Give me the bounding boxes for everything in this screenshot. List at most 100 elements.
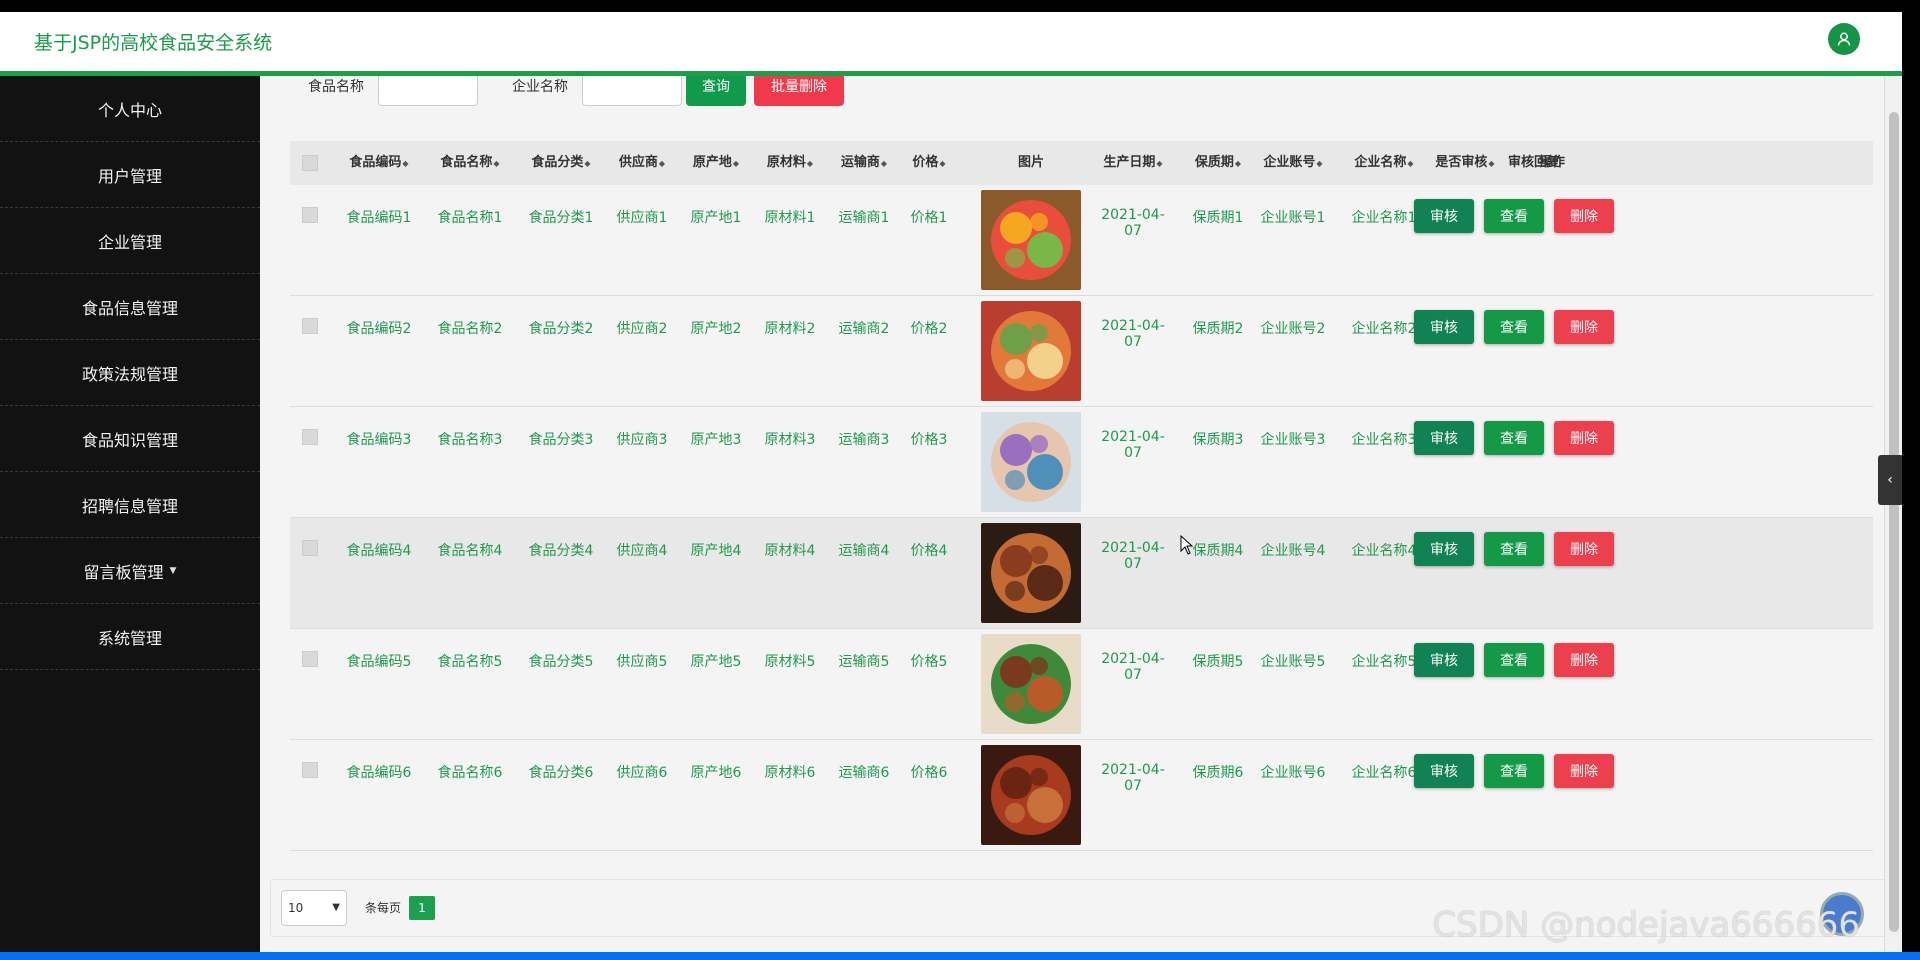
- delete-button[interactable]: 删除: [1554, 754, 1614, 788]
- column-header-material[interactable]: 原材料◆: [760, 141, 820, 185]
- food-name-cell: 食品名称3: [437, 432, 503, 448]
- transporter-cell: 运输商5: [838, 654, 890, 670]
- company-name-label: 企业名称: [512, 79, 568, 95]
- price-cell: 价格2: [910, 321, 948, 337]
- table-row[interactable]: 食品编码1 食品名称1 食品分类1 供应商1 原产地1 原材料1 运输商1 价格1 2021-0…: [290, 185, 1873, 296]
- row-checkbox[interactable]: [302, 651, 318, 667]
- sidebar-item-recruitment-management[interactable]: 招聘信息管理: [0, 472, 260, 538]
- audit-button[interactable]: 审核: [1414, 643, 1474, 677]
- column-header-code[interactable]: 食品编码◆: [342, 141, 416, 185]
- row-checkbox[interactable]: [302, 540, 318, 556]
- sidebar-item-company-management[interactable]: 企业管理: [0, 208, 260, 274]
- sidebar-item-message-board-management[interactable]: 留言板管理 ▼: [0, 538, 260, 604]
- column-header-date[interactable]: 生产日期◆: [1096, 141, 1170, 185]
- row-checkbox[interactable]: [302, 207, 318, 223]
- sort-icon: ◆: [806, 159, 814, 168]
- table-row[interactable]: 食品编码3 食品名称3 食品分类3 供应商3 原产地3 原材料3 运输商3 价格3 2021-0…: [290, 407, 1873, 518]
- column-header-category[interactable]: 食品分类◆: [524, 141, 598, 185]
- price-cell: 价格1: [910, 210, 948, 226]
- sidebar-item-system-management[interactable]: 系统管理: [0, 604, 260, 670]
- main-content: 食品名称 企业名称 查询 批量删除 食品编码◆ 食品名称◆ 食品分类◆ 供应商◆…: [260, 66, 1902, 952]
- column-header-origin[interactable]: 原产地◆: [686, 141, 746, 185]
- column-header-shelf-life[interactable]: 保质期◆: [1188, 141, 1248, 185]
- sidebar: 个人中心 用户管理 企业管理 食品信息管理 政策法规管理 食品知识管理 招聘信息…: [0, 76, 260, 952]
- audit-button[interactable]: 审核: [1414, 754, 1474, 788]
- column-header-account[interactable]: 企业账号◆: [1256, 141, 1330, 185]
- sidebar-item-food-info-management[interactable]: 食品信息管理: [0, 274, 260, 340]
- table-header: 食品编码◆ 食品名称◆ 食品分类◆ 供应商◆ 原产地◆ 原材料◆ 运输商◆ 价格…: [290, 141, 1873, 185]
- origin-cell: 原产地3: [690, 432, 742, 448]
- production-date-cell: 2021-04-07: [1101, 540, 1165, 572]
- production-date-cell: 2021-04-07: [1101, 429, 1165, 461]
- company-account-cell: 企业账号6: [1260, 765, 1326, 781]
- origin-cell: 原产地4: [690, 543, 742, 559]
- food-category-cell: 食品分类2: [528, 321, 594, 337]
- company-name-cell: 企业名称5: [1351, 654, 1417, 670]
- view-button[interactable]: 查看: [1484, 754, 1544, 788]
- sort-icon: ◆: [1234, 159, 1242, 168]
- view-button[interactable]: 查看: [1484, 532, 1544, 566]
- supplier-cell: 供应商2: [616, 321, 668, 337]
- origin-cell: 原产地2: [690, 321, 742, 337]
- view-button[interactable]: 查看: [1484, 199, 1544, 233]
- sidebar-item-user-management[interactable]: 用户管理: [0, 142, 260, 208]
- column-header-image: 图片: [1017, 155, 1044, 170]
- company-account-cell: 企业账号4: [1260, 543, 1326, 559]
- sort-icon: ◆: [1316, 159, 1323, 168]
- food-image: [981, 190, 1081, 290]
- view-button[interactable]: 查看: [1484, 643, 1544, 677]
- delete-button[interactable]: 删除: [1554, 532, 1614, 566]
- chevron-left-icon: ‹: [1887, 472, 1893, 488]
- audit-button[interactable]: 审核: [1414, 199, 1474, 233]
- column-header-company[interactable]: 企业名称◆: [1347, 141, 1421, 185]
- delete-button[interactable]: 删除: [1554, 643, 1614, 677]
- audit-button[interactable]: 审核: [1414, 421, 1474, 455]
- delete-button[interactable]: 删除: [1554, 199, 1614, 233]
- column-header-supplier[interactable]: 供应商◆: [612, 141, 672, 185]
- audit-button[interactable]: 审核: [1414, 532, 1474, 566]
- transporter-cell: 运输商2: [838, 321, 890, 337]
- sidebar-item-label: 个人中心: [97, 100, 162, 120]
- table-row[interactable]: 食品编码2 食品名称2 食品分类2 供应商2 原产地2 原材料2 运输商2 价格2 2021-0…: [290, 296, 1873, 407]
- transporter-cell: 运输商1: [838, 210, 890, 226]
- sidebar-item-policy-management[interactable]: 政策法规管理: [0, 340, 260, 406]
- scrollbar-thumb[interactable]: [1889, 112, 1899, 932]
- select-all-checkbox[interactable]: [302, 155, 318, 171]
- column-header-name[interactable]: 食品名称◆: [433, 141, 507, 185]
- shelf-life-cell: 保质期3: [1192, 432, 1244, 448]
- view-button[interactable]: 查看: [1484, 421, 1544, 455]
- sort-icon: ◆: [939, 159, 946, 168]
- user-avatar[interactable]: [1828, 23, 1860, 55]
- table-row[interactable]: 食品编码4 食品名称4 食品分类4 供应商4 原产地4 原材料4 运输商4 价格4 2021-0…: [290, 518, 1873, 629]
- origin-cell: 原产地5: [690, 654, 742, 670]
- page-size-select[interactable]: 10 ▼: [281, 890, 347, 926]
- material-cell: 原材料3: [764, 432, 816, 448]
- sort-icon: ◆: [584, 159, 591, 168]
- sidebar-item-personal-center[interactable]: 个人中心: [0, 76, 260, 142]
- food-image: [981, 745, 1081, 845]
- column-header-transporter[interactable]: 运输商◆: [834, 141, 894, 185]
- app-title: 基于JSP的高校食品安全系统: [34, 32, 273, 54]
- price-cell: 价格6: [910, 765, 948, 781]
- delete-button[interactable]: 删除: [1554, 421, 1614, 455]
- sidebar-item-label: 招聘信息管理: [81, 496, 178, 516]
- row-checkbox[interactable]: [302, 762, 318, 778]
- price-cell: 价格5: [910, 654, 948, 670]
- row-checkbox[interactable]: [302, 429, 318, 445]
- company-account-cell: 企业账号1: [1260, 210, 1326, 226]
- view-button[interactable]: 查看: [1484, 310, 1544, 344]
- company-name-cell: 企业名称3: [1351, 432, 1417, 448]
- sidebar-item-label: 企业管理: [97, 232, 162, 252]
- food-name-label: 食品名称: [308, 79, 364, 95]
- table-row[interactable]: 食品编码5 食品名称5 食品分类5 供应商5 原产地5 原材料5 运输商5 价格5 2021-0…: [290, 629, 1873, 740]
- audit-button[interactable]: 审核: [1414, 310, 1474, 344]
- page-number-button[interactable]: 1: [409, 896, 435, 920]
- table-row[interactable]: 食品编码6 食品名称6 食品分类6 供应商6 原产地6 原材料6 运输商6 价格6 2021-0…: [290, 740, 1873, 851]
- row-checkbox[interactable]: [302, 318, 318, 334]
- sidebar-item-label: 留言板管理: [83, 562, 164, 582]
- collapse-panel-button[interactable]: ‹: [1878, 455, 1902, 505]
- column-header-price[interactable]: 价格◆: [906, 141, 952, 185]
- food-name-cell: 食品名称6: [437, 765, 503, 781]
- sidebar-item-food-knowledge-management[interactable]: 食品知识管理: [0, 406, 260, 472]
- delete-button[interactable]: 删除: [1554, 310, 1614, 344]
